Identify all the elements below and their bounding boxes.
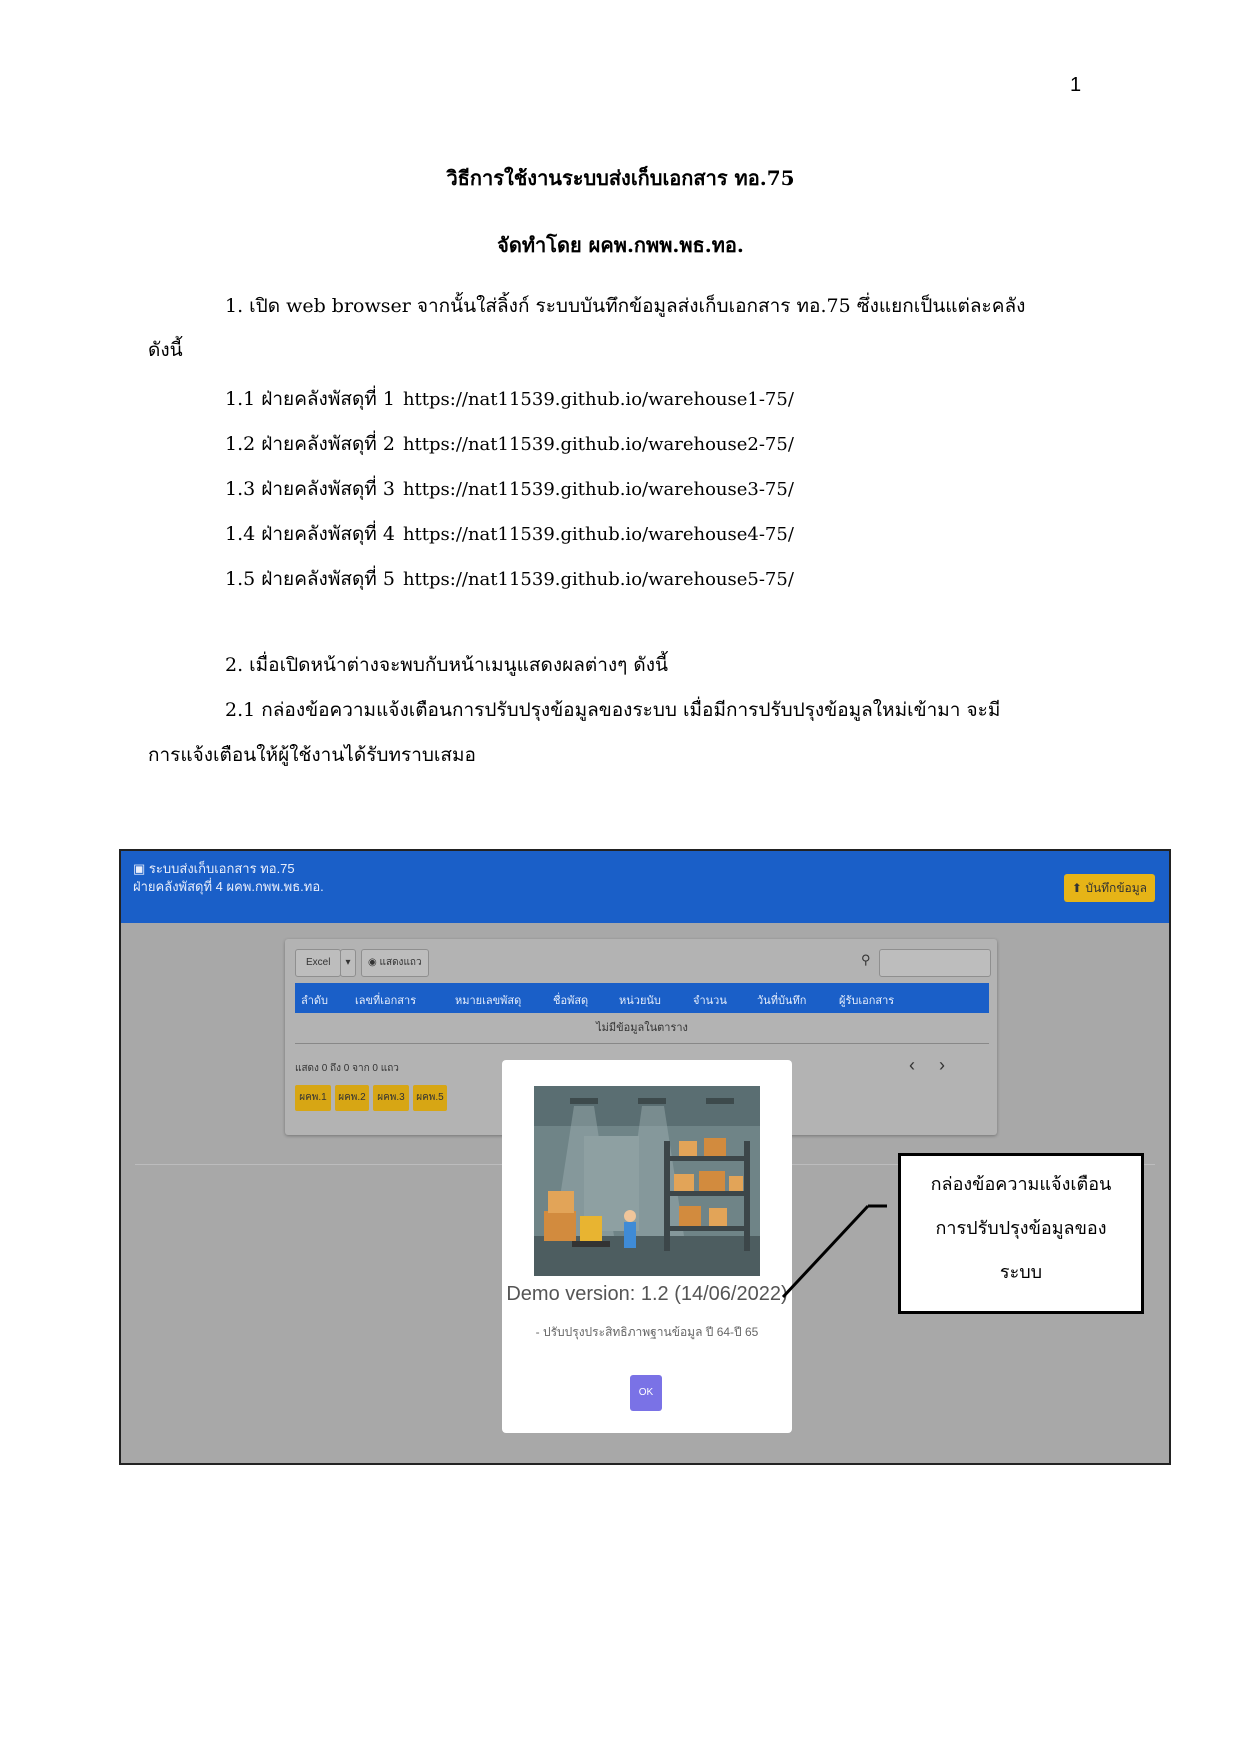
col-header[interactable]: หน่วยนับ [619,991,661,1009]
export-select-label: Excel [306,957,331,968]
search-input[interactable] [879,949,991,977]
update-notice-modal: Demo version: 1.2 (14/06/2022) - ปรับปรุ… [502,1060,792,1433]
link-label: 1.1 ฝ่ายคลังพัสดุที่ 1 [225,388,395,410]
chevron-down-icon: ▾ [345,957,351,968]
warehouse-illustration [534,1086,760,1276]
step1-text-cont: ดังนี้ [148,339,183,361]
link-label: 1.2 ฝ่ายคลังพัสดุที่ 2 [225,433,395,455]
warehouse-button-2[interactable]: ผคพ.2 [335,1085,369,1111]
warehouse-link[interactable]: https://nat11539.github.io/warehouse2-75… [403,434,794,455]
warehouse-button-5[interactable]: ผคพ.5 [413,1085,447,1111]
link-label: 1.5 ฝ่ายคลังพัสดุที่ 5 [225,568,395,590]
warehouse-button-3[interactable]: ผคพ.3 [373,1085,409,1111]
link-label: 1.4 ฝ่ายคลังพัสดุที่ 4 [225,523,395,545]
warehouse-button-1[interactable]: ผคพ.1 [295,1085,331,1111]
step2-sub-text: 2.1 กล่องข้อความแจ้งเตือนการปรับปรุงข้อม… [225,699,1001,721]
app-title-block: ▣ ระบบส่งเก็บเอกสาร ทอ.75 ฝ่ายคลังพัสดุท… [133,860,324,896]
col-header[interactable]: เลขที่เอกสาร [355,991,416,1009]
modal-message: - ปรับปรุงประสิทธิภาพฐานข้อมูล ปี 64-ปี … [535,1325,759,1339]
link-row-3: 1.3 ฝ่ายคลังพัสดุที่ 3 https://nat11539.g… [225,474,794,504]
warehouse-link[interactable]: https://nat11539.github.io/warehouse5-75… [403,569,794,590]
app-subtitle: ฝ่ายคลังพัสดุที่ 4 ผคพ.กพพ.พธ.ทอ. [133,879,324,894]
upload-icon: ⬆ [1071,881,1082,895]
column-visibility-label: แสดงแถว [379,957,422,968]
app-header: ▣ ระบบส่งเก็บเอกสาร ทอ.75 ฝ่ายคลังพัสดุท… [121,851,1169,923]
col-header[interactable]: ผู้รับเอกสาร [839,991,894,1009]
step1-text: 1. เปิด web browser จากนั้นใส่ลิ้งก์ ระบ… [225,295,1026,317]
export-select[interactable]: Excel [295,949,341,977]
col-header[interactable]: หมายเลขพัสดุ [455,991,521,1009]
app-title: ระบบส่งเก็บเอกสาร ทอ.75 [148,861,295,876]
link-row-5: 1.5 ฝ่ายคลังพัสดุที่ 5 https://nat11539.g… [225,564,794,594]
link-label: 1.3 ฝ่ายคลังพัสดุที่ 3 [225,478,395,500]
document-title: วิธีการใช้งานระบบส่งเก็บเอกสาร ทอ.75 [446,166,795,190]
save-data-button[interactable]: ⬆ บันทึกข้อมูล [1063,874,1155,902]
modal-title: Demo version: 1.2 (14/06/2022) [506,1283,788,1305]
link-row-1: 1.1 ฝ่ายคลังพัสดุที่ 1 https://nat11539.g… [225,384,794,414]
eye-icon: ◉ [368,957,377,968]
save-icon: ▣ [133,861,146,876]
link-row-4: 1.4 ฝ่ายคลังพัสดุที่ 4 https://nat11539.g… [225,519,794,549]
page-number: 1 [1070,74,1082,96]
ok-button[interactable]: OK [630,1375,662,1411]
save-data-label: บันทึกข้อมูล [1085,881,1147,895]
link-row-2: 1.2 ฝ่ายคลังพัสดุที่ 2 https://nat11539.g… [225,429,794,459]
callout-line-3: ระบบ [999,1262,1043,1283]
col-header[interactable]: วันที่บันทึก [757,991,806,1009]
step2-text: 2. เมื่อเปิดหน้าต่างจะพบกับหน้าเมนูแสดงผ… [225,654,669,676]
prev-page-icon[interactable]: ‹ [909,1055,915,1076]
export-dropdown-toggle[interactable]: ▾ [340,949,356,977]
warehouse-link[interactable]: https://nat11539.github.io/warehouse1-75… [403,389,794,410]
col-header[interactable]: จำนวน [693,991,727,1009]
document-author: จัดทำโดย ผคพ.กพพ.พธ.ทอ. [497,233,744,257]
next-page-icon[interactable]: › [939,1055,945,1076]
table-info: แสดง 0 ถึง 0 จาก 0 แถว [295,1063,399,1074]
callout-box: กล่องข้อความแจ้งเตือน การปรับปรุงข้อมูลข… [898,1153,1144,1314]
callout-line-2: การปรับปรุงข้อมูลของ [935,1218,1107,1239]
col-header[interactable]: ลำดับ [301,991,328,1009]
warehouse-link[interactable]: https://nat11539.github.io/warehouse3-75… [403,479,794,500]
warehouse-link[interactable]: https://nat11539.github.io/warehouse4-75… [403,524,794,545]
column-visibility-button[interactable]: ◉ แสดงแถว ▾ [361,949,429,994]
callout-line-1: กล่องข้อความแจ้งเตือน [930,1174,1112,1195]
search-icon: ⚲ [861,953,871,968]
table-header: ลำดับ เลขที่เอกสาร หมายเลขพัสดุ ชื่อพัสด… [295,983,989,1013]
empty-table-row: ไม่มีข้อมูลในตาราง [295,1013,989,1044]
col-header[interactable]: ชื่อพัสดุ [553,991,588,1009]
step2-sub-text-cont: การแจ้งเตือนให้ผู้ใช้งานได้รับทราบเสมอ [148,744,476,766]
